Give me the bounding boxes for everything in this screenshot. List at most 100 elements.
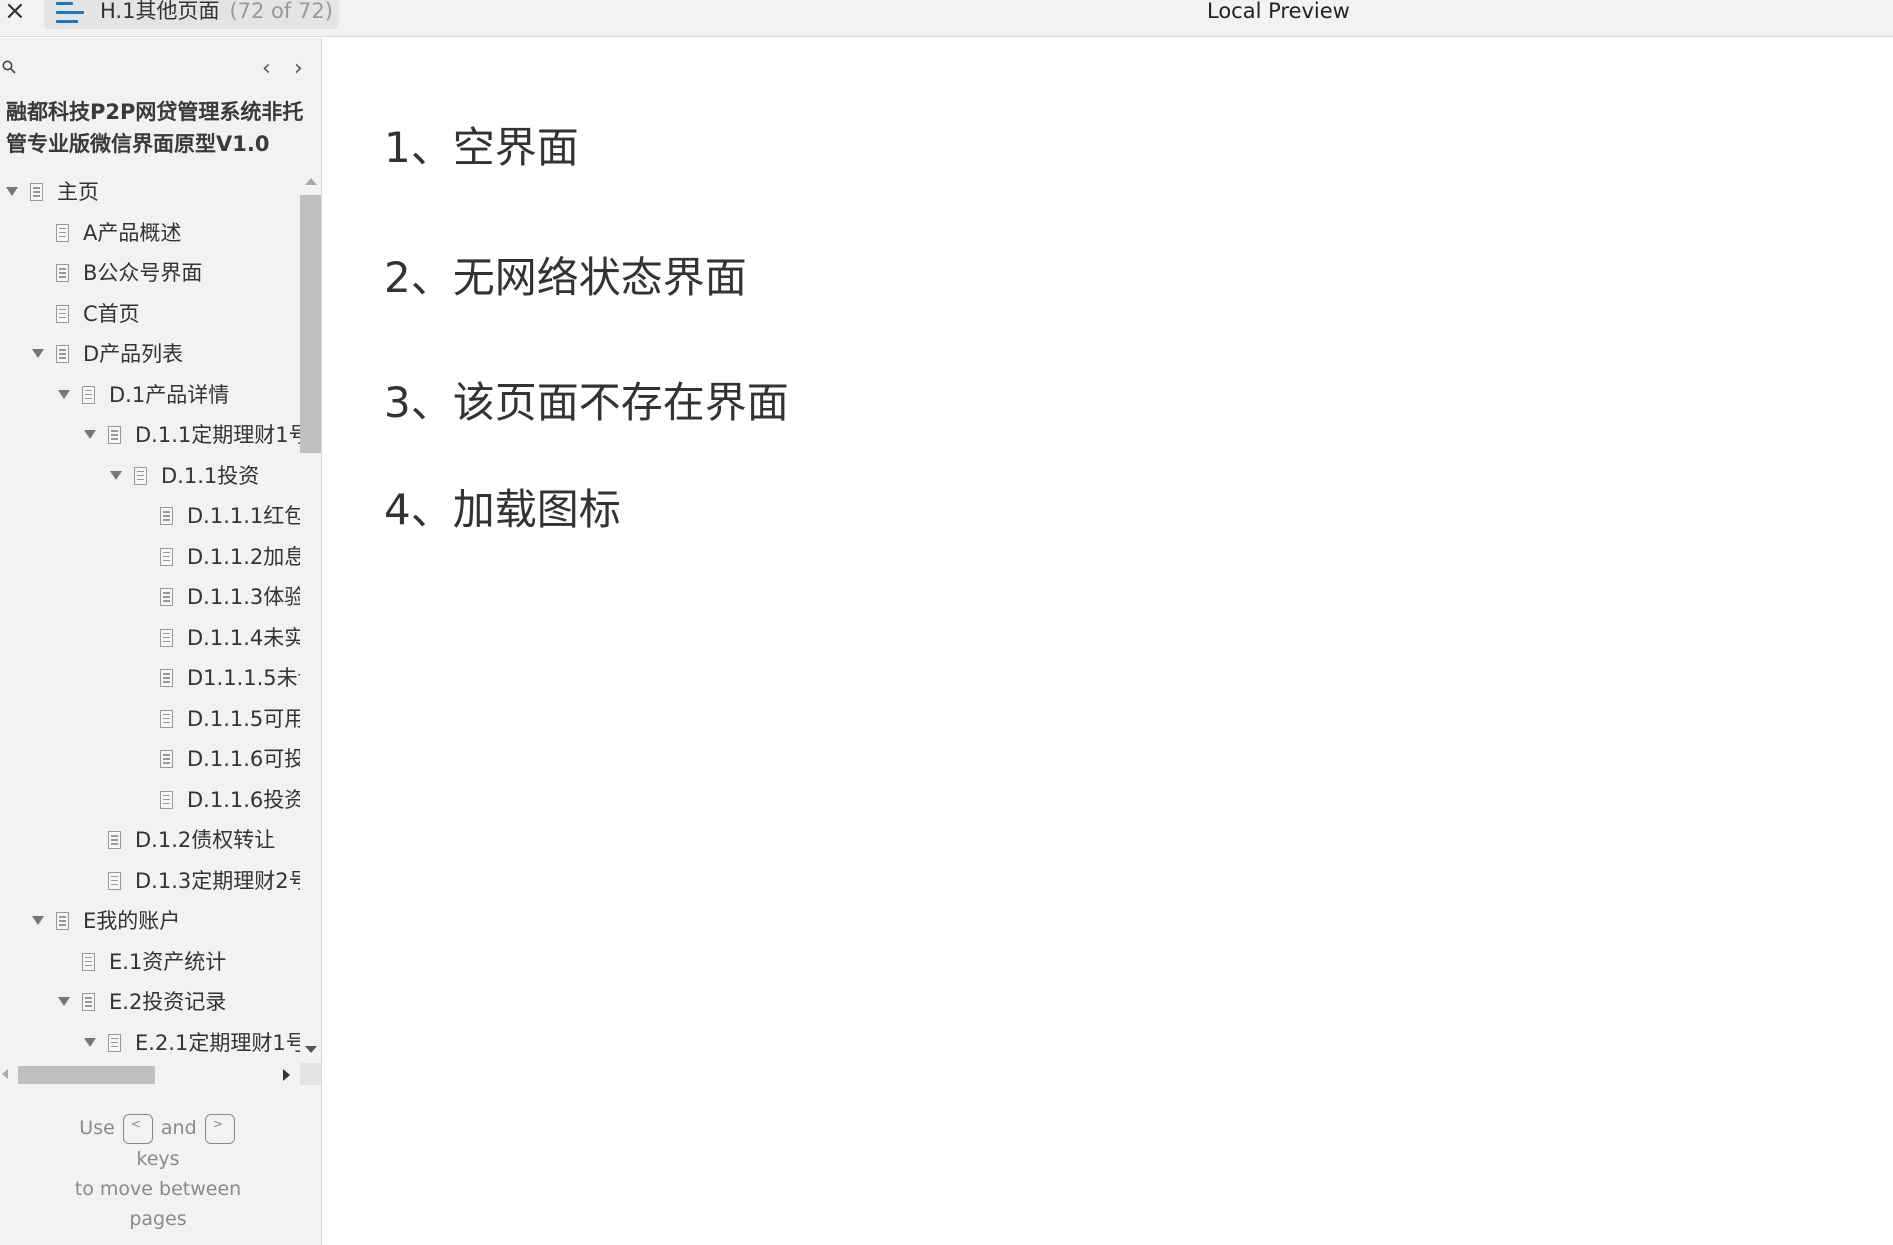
scroll-down-icon[interactable]	[305, 1046, 317, 1053]
expand-arrow-icon[interactable]	[58, 389, 70, 399]
tree-item-label: D产品列表	[83, 342, 184, 366]
page-icon	[56, 304, 69, 323]
tree-item-label: D.1产品详情	[109, 382, 230, 407]
tree-item[interactable]: E.2.1定期理财1号	[0, 1024, 300, 1059]
tree-item[interactable]: E.1资产统计	[0, 943, 300, 983]
expand-arrow-icon[interactable]	[58, 997, 70, 1006]
page-icon	[108, 1033, 121, 1052]
sidebar: ‹ › 融都科技P2P网贷管理系统非托管专业版微信界面原型V1.0 主页 A产品概…	[0, 38, 322, 1245]
page-icon	[56, 912, 69, 930]
expand-arrow-icon[interactable]	[6, 187, 18, 196]
tree-item-label: D.1.1投资	[161, 463, 260, 488]
expand-arrow-icon[interactable]	[32, 349, 44, 358]
tree-item[interactable]: E我的账户	[0, 902, 300, 942]
tree-item-label: D.1.3定期理财2号	[135, 868, 300, 893]
vertical-scrollbar-thumb[interactable]	[300, 195, 321, 453]
scroll-up-icon[interactable]	[305, 178, 317, 185]
page-icon	[108, 831, 121, 849]
tree-item[interactable]: D.1.1定期理财1号	[0, 416, 300, 456]
tree-item-label: D.1.1.1红包	[187, 504, 300, 528]
heading-no-network: 2、无网络状态界面	[384, 253, 747, 302]
keyboard-hint: Use < and > keys to move between pages	[0, 1113, 316, 1234]
tree-item[interactable]: D.1.2债权转让	[0, 821, 300, 861]
expand-arrow-icon[interactable]	[32, 916, 44, 925]
expand-arrow-icon[interactable]	[84, 1037, 96, 1047]
top-bar: × H.1其他页面 (72 of 72) Local Preview	[0, 0, 1893, 37]
tree-item[interactable]: D.1.1.1红包	[0, 497, 300, 537]
heading-empty-page: 1、空界面	[384, 123, 579, 172]
prev-key-icon: <	[122, 1113, 153, 1144]
page-icon	[160, 507, 173, 525]
prev-page-button[interactable]: ‹	[262, 56, 271, 81]
hint-and: and	[160, 1117, 197, 1139]
tree-item-label: E.2.1定期理财1号	[135, 1030, 300, 1055]
close-icon[interactable]: ×	[4, 0, 26, 26]
menu-icon[interactable]	[56, 2, 84, 24]
tree-item[interactable]: D.1.1投资	[0, 457, 300, 497]
tree-item[interactable]: D.1产品详情	[0, 376, 300, 416]
tree-item-label: B公众号界面	[83, 261, 203, 285]
scroll-right-icon[interactable]	[283, 1069, 290, 1081]
tree-item[interactable]: D.1.1.6可投	[0, 740, 300, 780]
expand-arrow-icon[interactable]	[84, 430, 96, 439]
tree-item[interactable]: 主页	[0, 173, 300, 213]
preview-title: Local Preview	[1207, 0, 1350, 23]
tree-item-label: E.2投资记录	[109, 990, 227, 1014]
sidebar-toolbar: ‹ ›	[0, 46, 322, 86]
tree-item[interactable]: D.1.1.3体验	[0, 578, 300, 618]
tree-item[interactable]: D1.1.1.5未设	[0, 659, 300, 699]
page-icon	[56, 223, 69, 242]
tree-item-label: C首页	[83, 301, 140, 326]
tree-item[interactable]: D.1.3定期理财2号	[0, 862, 300, 902]
tree-item-label: D.1.1.6投资	[187, 787, 300, 812]
hint-keys: keys	[136, 1147, 180, 1170]
tree-item-label: 主页	[57, 180, 99, 204]
page-icon	[160, 588, 173, 606]
page-icon	[160, 628, 173, 647]
page-icon	[160, 790, 173, 809]
tree-item[interactable]: D.1.1.4未实	[0, 619, 300, 659]
page-icon	[160, 750, 173, 768]
heading-page-not-found: 3、该页面不存在界面	[384, 378, 789, 427]
tree-item[interactable]: D产品列表	[0, 335, 300, 375]
preview-content: 1、空界面 2、无网络状态界面 3、该页面不存在界面 4、加载图标	[322, 38, 1893, 1245]
tree-item[interactable]: B公众号界面	[0, 254, 300, 294]
hint-line4: pages	[129, 1207, 187, 1230]
expand-arrow-icon[interactable]	[110, 470, 122, 480]
tree-item[interactable]: D.1.1.2加息	[0, 538, 300, 578]
next-page-button[interactable]: ›	[294, 56, 303, 81]
tree-item[interactable]: E.2投资记录	[0, 983, 300, 1023]
page-title-text: H.1其他页面	[100, 0, 220, 23]
tree-item[interactable]: D.1.1.5可用	[0, 700, 300, 740]
project-title: 融都科技P2P网贷管理系统非托管专业版微信界面原型V1.0	[6, 100, 304, 156]
tree-item-label: D.1.1.5可用	[187, 706, 300, 731]
scroll-left-icon[interactable]	[2, 1069, 8, 1079]
page-selector[interactable]: H.1其他页面 (72 of 72)	[44, 0, 339, 29]
hint-line3: to move between	[74, 1177, 242, 1200]
tree-item-label: D.1.1.3体验	[187, 585, 300, 609]
page-icon	[82, 385, 95, 404]
page-icon	[108, 426, 121, 444]
tree-item-label: D.1.2债权转让	[135, 828, 276, 852]
tree-item[interactable]: D.1.1.6投资	[0, 781, 300, 821]
heading-loading-icon: 4、加载图标	[384, 485, 621, 534]
page-icon	[82, 952, 95, 971]
scrollbar-corner	[300, 1063, 321, 1085]
page-icon	[160, 669, 173, 687]
tree-item[interactable]: A产品概述	[0, 214, 300, 254]
tree-item-label: D.1.1.4未实	[187, 625, 300, 650]
page-icon	[56, 345, 69, 363]
page-icon	[134, 466, 147, 485]
page-icon	[82, 993, 95, 1011]
tree-item-label: D.1.1定期理财1号	[135, 423, 300, 447]
horizontal-scrollbar-thumb[interactable]	[18, 1066, 155, 1084]
tree-item[interactable]: C首页	[0, 295, 300, 335]
tree-item-label: A产品概述	[83, 220, 182, 245]
tree-item-label: E.1资产统计	[109, 949, 227, 974]
page-icon	[160, 547, 173, 566]
search-icon[interactable]	[2, 60, 16, 74]
current-page-title[interactable]: H.1其他页面 (72 of 72)	[100, 0, 333, 24]
page-count: (72 of 72)	[229, 0, 333, 23]
tree-item-label: D1.1.1.5未设	[187, 666, 300, 690]
page-icon	[30, 183, 43, 201]
